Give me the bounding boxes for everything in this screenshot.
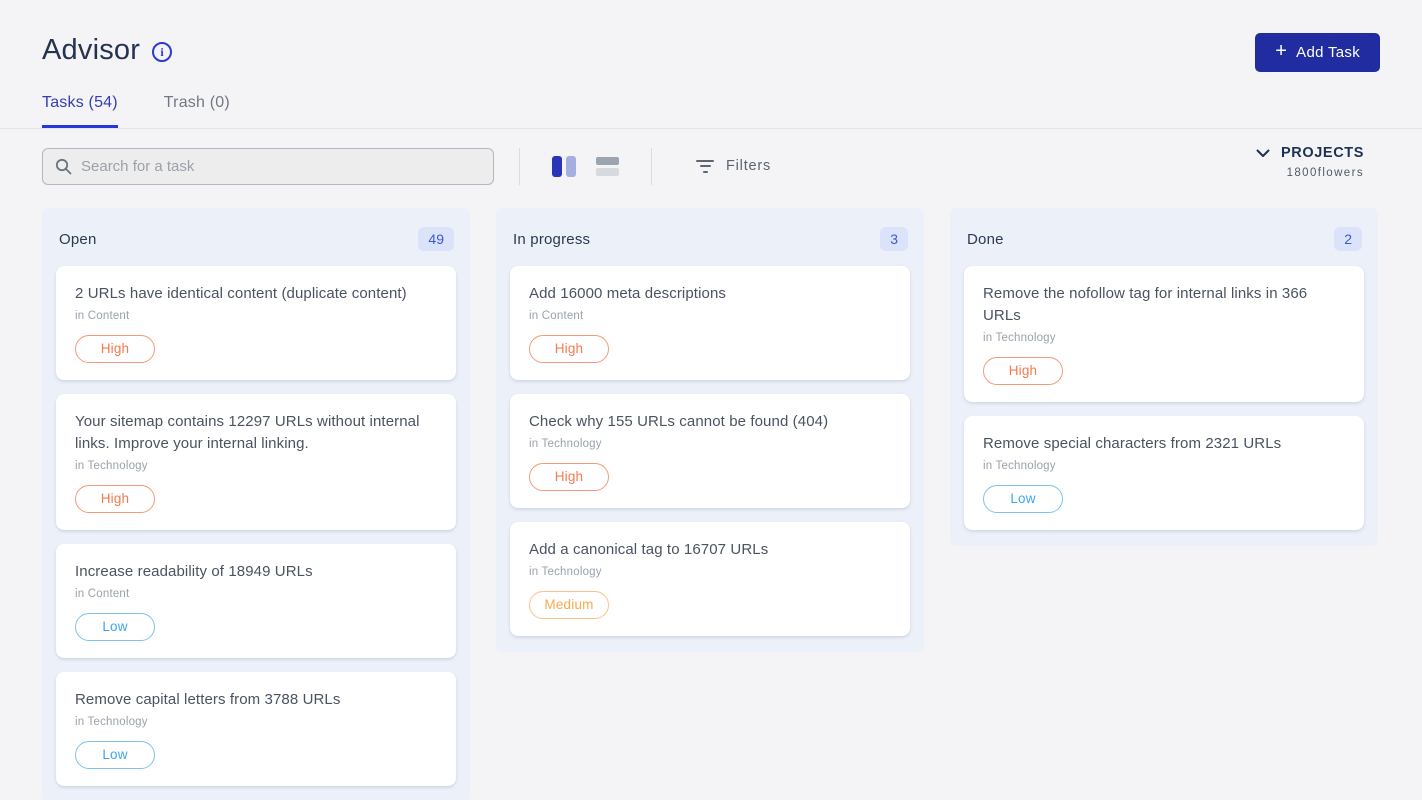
column-count-badge: 3 bbox=[880, 227, 908, 251]
add-task-label: Add Task bbox=[1296, 44, 1360, 61]
card-title: Check why 155 URLs cannot be found (404) bbox=[529, 411, 891, 433]
card-category: in Technology bbox=[983, 332, 1345, 344]
tab-trash[interactable]: Trash (0) bbox=[164, 94, 230, 128]
task-card[interactable]: Your sitemap contains 12297 URLs without… bbox=[56, 394, 456, 530]
task-card[interactable]: 2 URLs have identical content (duplicate… bbox=[56, 266, 456, 380]
search-box[interactable] bbox=[42, 148, 494, 185]
card-category: in Technology bbox=[75, 716, 437, 728]
kanban-column: Open 49 2 URLs have identical content (d… bbox=[42, 208, 470, 800]
card-category: in Technology bbox=[529, 566, 891, 578]
column-title: Open bbox=[59, 231, 97, 248]
column-title: In progress bbox=[513, 231, 590, 248]
filters-button[interactable]: Filters bbox=[696, 158, 771, 174]
toolbar-divider bbox=[651, 148, 652, 185]
priority-pill: Medium bbox=[529, 591, 609, 619]
view-toggles bbox=[552, 156, 619, 177]
task-card[interactable]: Increase readability of 18949 URLs in Co… bbox=[56, 544, 456, 658]
column-cards: Add 16000 meta descriptions in Content H… bbox=[510, 266, 910, 636]
page-title: Advisor i bbox=[42, 34, 1380, 67]
column-title: Done bbox=[967, 231, 1004, 248]
card-title: Add a canonical tag to 16707 URLs bbox=[529, 539, 891, 561]
priority-pill: High bbox=[529, 335, 609, 363]
column-cards: Remove the nofollow tag for internal lin… bbox=[964, 266, 1364, 530]
tab-bar: Tasks (54) Trash (0) bbox=[0, 94, 1422, 129]
column-count-badge: 49 bbox=[418, 227, 454, 251]
projects-dropdown[interactable]: PROJECTS bbox=[1256, 145, 1364, 161]
page-title-text: Advisor bbox=[42, 34, 140, 67]
card-title: Remove the nofollow tag for internal lin… bbox=[983, 283, 1345, 327]
column-cards: 2 URLs have identical content (duplicate… bbox=[56, 266, 456, 786]
card-category: in Technology bbox=[529, 438, 891, 450]
card-category: in Content bbox=[75, 588, 437, 600]
task-card[interactable]: Add 16000 meta descriptions in Content H… bbox=[510, 266, 910, 380]
card-category: in Content bbox=[529, 310, 891, 322]
toolbar: Filters PROJECTS 1800flowers bbox=[42, 147, 1380, 185]
filters-label: Filters bbox=[726, 158, 771, 174]
card-category: in Content bbox=[75, 310, 437, 322]
priority-pill: High bbox=[529, 463, 609, 491]
plus-icon: + bbox=[1275, 40, 1287, 63]
kanban-column: Done 2 Remove the nofollow tag for inter… bbox=[950, 208, 1378, 546]
task-card[interactable]: Remove special characters from 2321 URLs… bbox=[964, 416, 1364, 530]
card-title: Your sitemap contains 12297 URLs without… bbox=[75, 411, 437, 455]
task-card[interactable]: Add a canonical tag to 16707 URLs in Tec… bbox=[510, 522, 910, 636]
column-count-badge: 2 bbox=[1334, 227, 1362, 251]
card-title: Remove special characters from 2321 URLs bbox=[983, 433, 1345, 455]
search-icon bbox=[55, 158, 72, 175]
project-name: 1800flowers bbox=[1256, 167, 1364, 179]
card-title: Increase readability of 18949 URLs bbox=[75, 561, 437, 583]
kanban-board: Open 49 2 URLs have identical content (d… bbox=[42, 208, 1380, 800]
kanban-column: In progress 3 Add 16000 meta description… bbox=[496, 208, 924, 652]
info-icon[interactable]: i bbox=[152, 42, 172, 62]
projects-label: PROJECTS bbox=[1281, 145, 1364, 161]
page-header: Advisor i + Add Task bbox=[0, 0, 1422, 76]
priority-pill: Low bbox=[75, 741, 155, 769]
search-input[interactable] bbox=[81, 158, 481, 175]
priority-pill: Low bbox=[75, 613, 155, 641]
projects-selector: PROJECTS 1800flowers bbox=[1256, 145, 1364, 179]
filter-icon bbox=[696, 160, 714, 173]
column-header: Done 2 bbox=[964, 221, 1364, 266]
card-title: 2 URLs have identical content (duplicate… bbox=[75, 283, 437, 305]
card-title: Add 16000 meta descriptions bbox=[529, 283, 891, 305]
priority-pill: High bbox=[75, 335, 155, 363]
card-category: in Technology bbox=[983, 460, 1345, 472]
column-header: In progress 3 bbox=[510, 221, 910, 266]
priority-pill: High bbox=[75, 485, 155, 513]
task-card[interactable]: Remove capital letters from 3788 URLs in… bbox=[56, 672, 456, 786]
add-task-button[interactable]: + Add Task bbox=[1255, 33, 1380, 72]
toolbar-divider bbox=[519, 148, 520, 185]
priority-pill: High bbox=[983, 357, 1063, 385]
column-header: Open 49 bbox=[56, 221, 456, 266]
task-card[interactable]: Remove the nofollow tag for internal lin… bbox=[964, 266, 1364, 402]
tab-tasks[interactable]: Tasks (54) bbox=[42, 94, 118, 128]
card-category: in Technology bbox=[75, 460, 437, 472]
list-view-icon[interactable] bbox=[596, 157, 619, 176]
chevron-down-icon bbox=[1256, 149, 1270, 158]
kanban-view-icon[interactable] bbox=[552, 156, 576, 177]
priority-pill: Low bbox=[983, 485, 1063, 513]
task-card[interactable]: Check why 155 URLs cannot be found (404)… bbox=[510, 394, 910, 508]
card-title: Remove capital letters from 3788 URLs bbox=[75, 689, 437, 711]
